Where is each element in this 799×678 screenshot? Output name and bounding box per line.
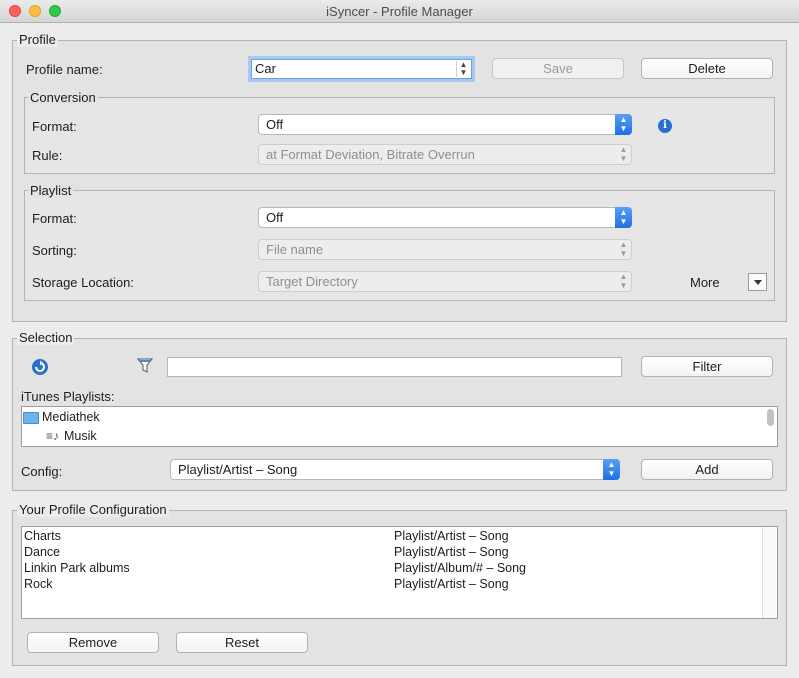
chevron-updown-icon: ▲ ▼ <box>615 114 632 135</box>
config-select[interactable]: Playlist/Artist – Song ▲ ▼ <box>170 459 620 480</box>
tree-item-mediathek[interactable]: Mediathek <box>23 409 100 425</box>
profile-legend: Profile <box>17 32 58 47</box>
conversion-format-label: Format: <box>32 119 77 134</box>
reset-button[interactable]: Reset <box>176 632 308 653</box>
profile-entry-name: Linkin Park albums <box>24 561 130 575</box>
playlist-sorting-value: File name <box>266 242 324 257</box>
refresh-icon[interactable] <box>31 358 49 376</box>
list-item[interactable]: Charts Playlist/Artist – Song <box>23 528 763 544</box>
conversion-legend: Conversion <box>28 90 98 105</box>
chevron-updown-icon: ▲ ▼ <box>603 459 620 480</box>
music-list-icon: ≡♪ <box>46 429 60 443</box>
profile-entry-config: Playlist/Artist – Song <box>394 545 509 559</box>
list-item[interactable]: Rock Playlist/Artist – Song <box>23 576 763 592</box>
title-bar: iSyncer - Profile Manager <box>0 0 799 23</box>
profile-entry-config: Playlist/Artist – Song <box>394 577 509 591</box>
playlist-legend: Playlist <box>28 183 74 198</box>
profile-name-value: Car <box>255 61 276 76</box>
filter-icon[interactable] <box>136 357 154 375</box>
list-item[interactable]: Dance Playlist/Artist – Song <box>23 544 763 560</box>
delete-button[interactable]: Delete <box>641 58 773 79</box>
playlist-format-value: Off <box>266 210 284 225</box>
itunes-playlists-label: iTunes Playlists: <box>21 389 115 404</box>
add-button[interactable]: Add <box>641 459 773 480</box>
profile-entry-name: Dance <box>24 545 61 559</box>
selection-legend: Selection <box>17 330 75 345</box>
tree-item-label: Mediathek <box>42 410 100 424</box>
config-label: Config: <box>21 464 63 479</box>
chevron-updown-icon: ▲ ▼ <box>619 240 628 258</box>
remove-button[interactable]: Remove <box>27 632 159 653</box>
save-button[interactable]: Save <box>492 58 624 79</box>
config-value: Playlist/Artist – Song <box>178 462 298 477</box>
playlist-storage-label: Storage Location: <box>32 275 134 290</box>
chevron-down-icon <box>754 280 762 285</box>
playlist-sorting-select[interactable]: File name ▲ ▼ <box>258 239 632 260</box>
profile-configuration-legend: Your Profile Configuration <box>17 502 169 517</box>
conversion-rule-label: Rule: <box>32 148 63 163</box>
list-item[interactable]: Linkin Park albums Playlist/Album/# – Son… <box>23 560 763 576</box>
profile-name-label: Profile name: <box>26 62 103 77</box>
more-toggle-button[interactable] <box>748 273 767 291</box>
playlist-format-label: Format: <box>32 211 77 226</box>
profile-name-combo[interactable]: Car ▲ ▼ <box>251 59 472 79</box>
tree-scrollbar[interactable] <box>767 409 774 426</box>
profile-entry-config: Playlist/Album/# – Song <box>394 561 527 575</box>
chevron-updown-icon: ▲ ▼ <box>619 272 628 290</box>
filter-button[interactable]: Filter <box>641 356 773 377</box>
conversion-format-value: Off <box>266 117 284 132</box>
profile-name-stepper-icon[interactable]: ▲ ▼ <box>456 61 470 77</box>
conversion-format-select[interactable]: Off ▲ ▼ <box>258 114 632 135</box>
playlist-format-select[interactable]: Off ▲ ▼ <box>258 207 632 228</box>
profile-entry-name: Charts <box>24 529 61 543</box>
tree-item-label: Musik <box>64 429 97 443</box>
info-icon[interactable]: i <box>658 119 672 133</box>
chevron-updown-icon: ▲ ▼ <box>619 145 628 163</box>
more-label: More <box>690 275 720 290</box>
filter-input[interactable] <box>167 357 622 377</box>
chevron-updown-icon: ▲ ▼ <box>615 207 632 228</box>
conversion-rule-select[interactable]: at Format Deviation, Bitrate Overrun ▲ ▼ <box>258 144 632 165</box>
list-scroll-track <box>762 527 777 618</box>
conversion-rule-value: at Format Deviation, Bitrate Overrun <box>266 147 475 162</box>
itunes-playlists-tree[interactable]: Mediathek ≡♪ Musik <box>21 406 778 447</box>
profile-entry-name: Rock <box>24 577 53 591</box>
playlist-storage-value: Target Directory <box>266 274 358 289</box>
playlist-sorting-label: Sorting: <box>32 243 77 258</box>
profile-entry-config: Playlist/Artist – Song <box>394 529 509 543</box>
window-title: iSyncer - Profile Manager <box>326 4 473 19</box>
folder-icon <box>23 411 39 424</box>
tree-item-musik[interactable]: ≡♪ Musik <box>46 428 97 444</box>
playlist-storage-select[interactable]: Target Directory ▲ ▼ <box>258 271 632 292</box>
